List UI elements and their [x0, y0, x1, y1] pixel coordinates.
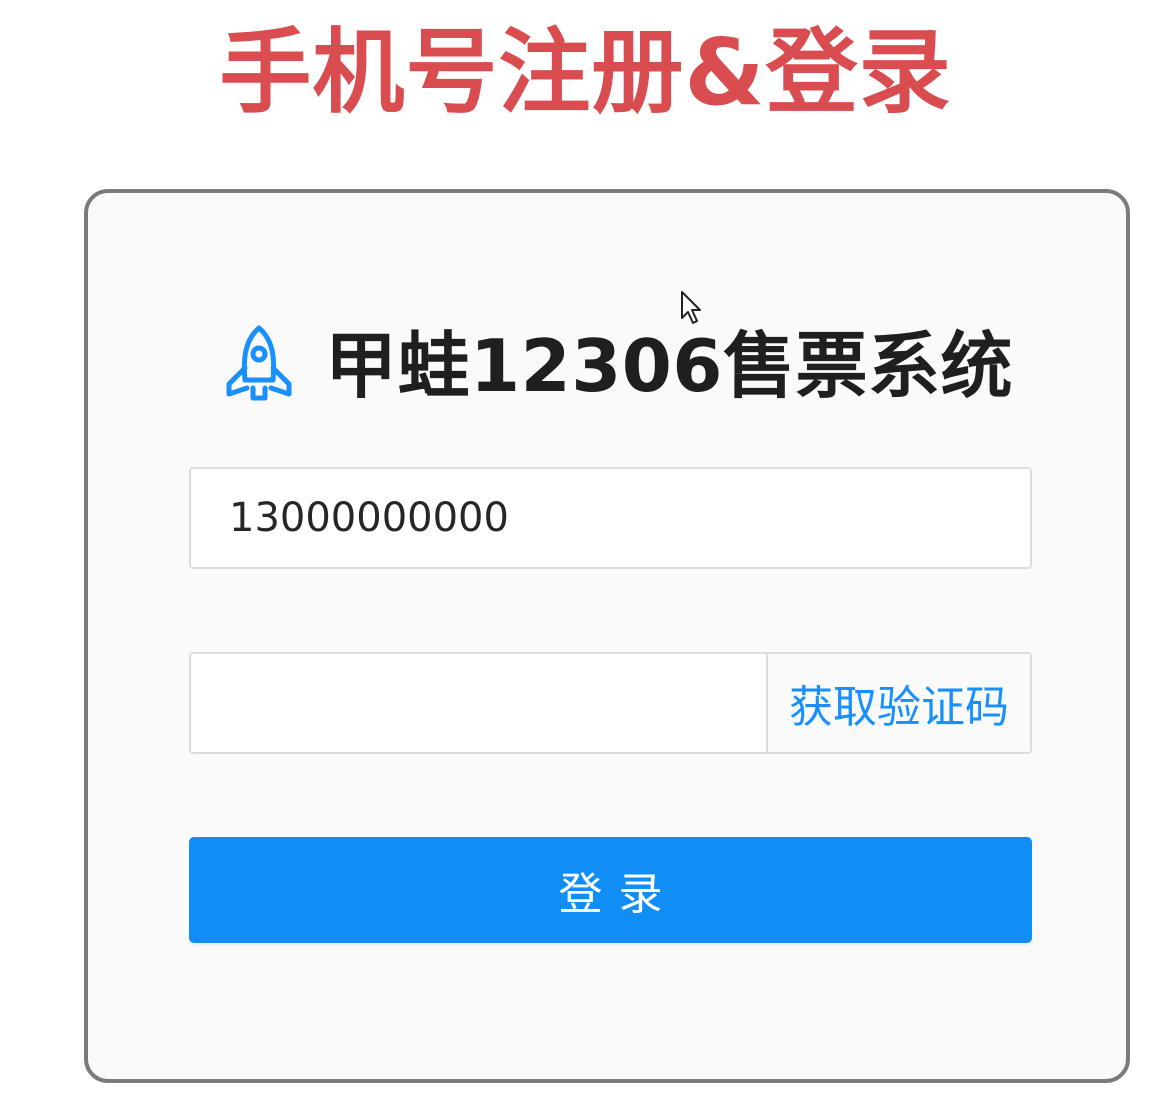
login-card: 甲蛙12306售票系统 获取验证码 登录 — [84, 189, 1130, 1083]
login-button[interactable]: 登录 — [189, 837, 1032, 943]
rocket-icon — [223, 324, 295, 408]
verification-code-input[interactable] — [191, 654, 766, 752]
verification-code-field: 获取验证码 — [189, 652, 1032, 754]
page: 手机号注册&登录 甲蛙12306售票系统 13000000000 获取验证码 登… — [0, 0, 1171, 1113]
phone-input[interactable] — [191, 469, 1030, 567]
mouse-cursor-icon — [680, 290, 706, 326]
banner-title: 手机号注册&登录 — [219, 19, 952, 126]
get-verification-code-button[interactable]: 获取验证码 — [766, 654, 1030, 752]
brand-header: 甲蛙12306售票系统 — [198, 311, 1038, 421]
system-title: 甲蛙12306售票系统 — [325, 324, 1013, 408]
phone-field — [189, 467, 1032, 569]
